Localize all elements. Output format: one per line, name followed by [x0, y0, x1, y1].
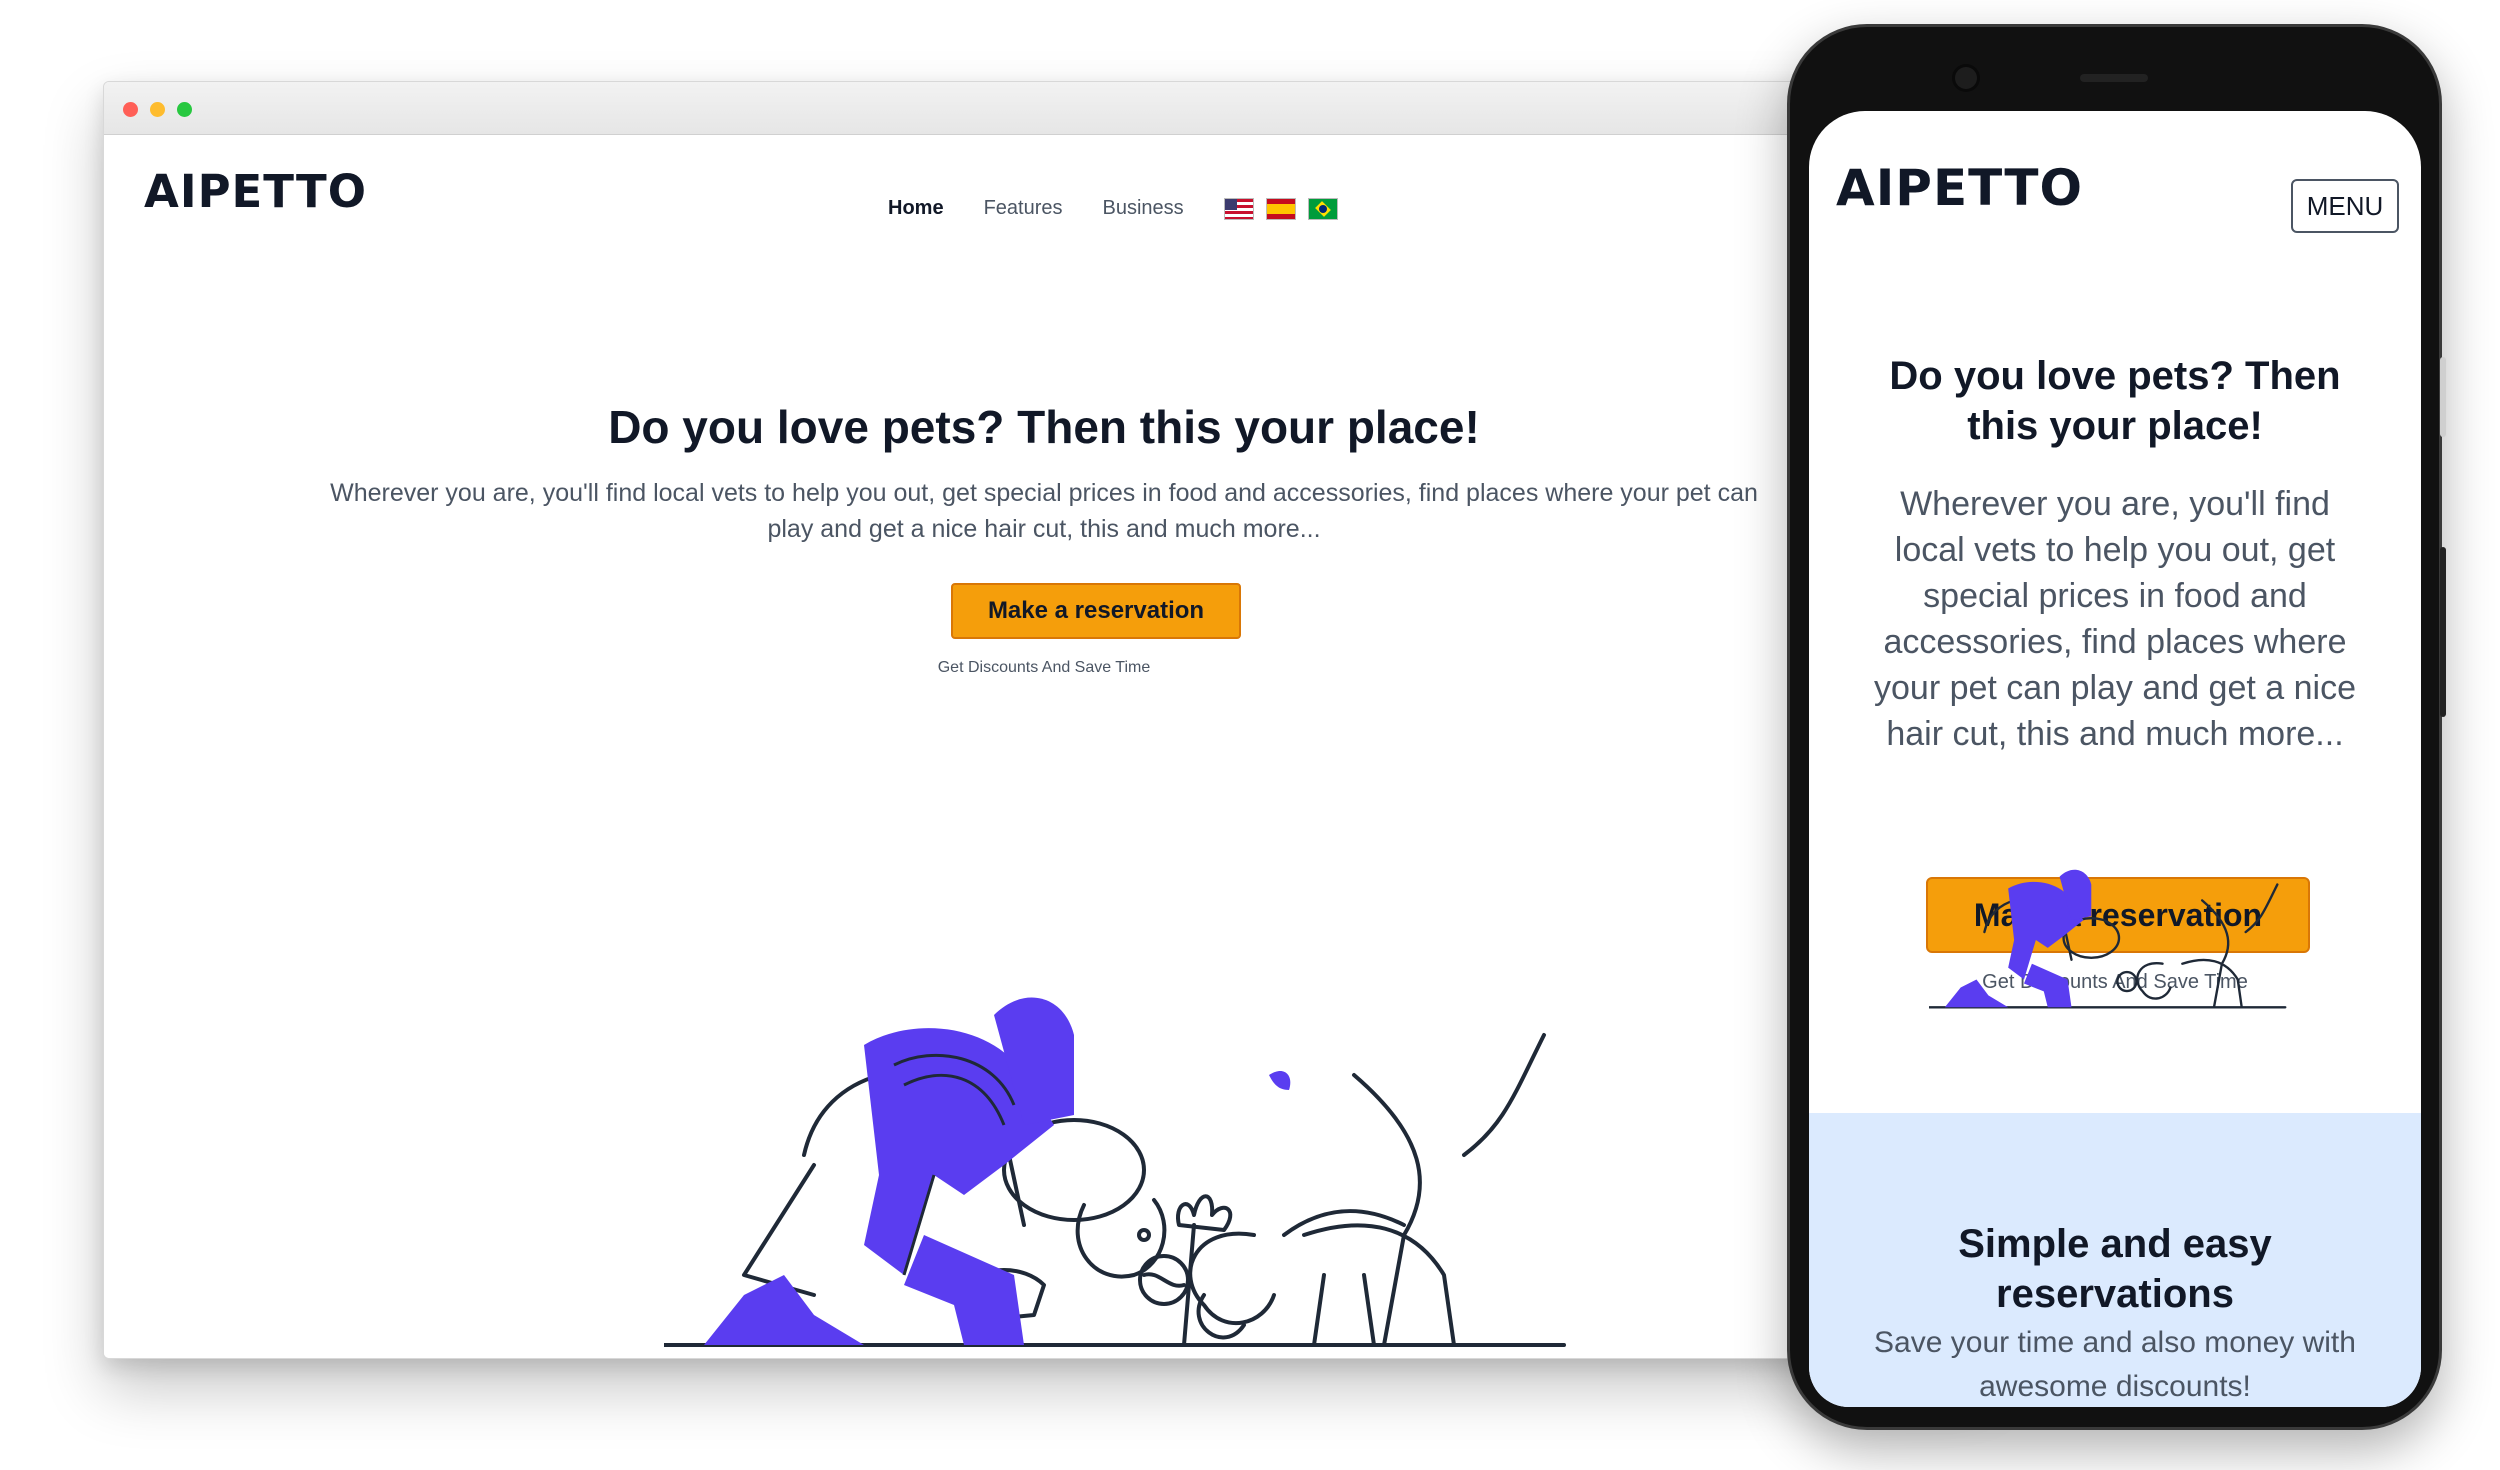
reservations-section-title: Simple and easy reservations: [1958, 1222, 2272, 1316]
phone-screen: AIPETTO MENU Do you love pets? Then this…: [1809, 111, 2421, 1407]
maximize-window-button[interactable]: [177, 102, 192, 117]
close-window-button[interactable]: [123, 102, 138, 117]
hero-description: Wherever you are, you'll find local vets…: [330, 479, 1758, 543]
hero-title: Do you love pets? Then this your place!: [608, 401, 1480, 453]
brand-logo[interactable]: AIPETTO: [144, 165, 367, 218]
desktop-site: AIPETTO Home Features Business Do you lo…: [104, 135, 1984, 1358]
menu-button[interactable]: MENU: [2291, 179, 2399, 233]
person-with-dog-illustration: [664, 997, 1566, 1347]
browser-titlebar: [104, 82, 1984, 135]
nav-item-business[interactable]: Business: [1103, 197, 1184, 220]
es-flag-icon[interactable]: [1265, 197, 1296, 220]
phone-side-button: [2440, 357, 2446, 437]
reservations-section-description: Save your time and also money with aweso…: [1874, 1326, 2356, 1403]
main-nav: Home Features Business: [888, 197, 1350, 220]
cta-subtitle: Get Discounts And Save Time: [937, 659, 1151, 676]
mobile-hero-title: Do you love pets? Then this your place!: [1889, 354, 2341, 448]
mobile-hero-description: Wherever you are, you'll find local vets…: [1874, 485, 2356, 753]
us-flag-icon[interactable]: [1223, 197, 1254, 220]
minimize-window-button[interactable]: [150, 102, 165, 117]
nav-item-features[interactable]: Features: [984, 197, 1063, 220]
mobile-brand-logo[interactable]: AIPETTO: [1836, 159, 2083, 217]
earpiece-speaker: [2080, 74, 2148, 82]
nav-item-home[interactable]: Home: [888, 197, 944, 220]
phone-frame: AIPETTO MENU Do you love pets? Then this…: [1787, 24, 2446, 1430]
browser-window: AIPETTO Home Features Business Do you lo…: [103, 81, 1985, 1359]
br-flag-icon[interactable]: [1307, 197, 1338, 220]
make-reservation-button[interactable]: Make a reservation: [951, 583, 1241, 639]
mobile-person-with-dog-illustration: [1929, 869, 2287, 1009]
phone-volume-button: [2440, 547, 2446, 717]
front-camera-icon: [1955, 67, 1977, 89]
